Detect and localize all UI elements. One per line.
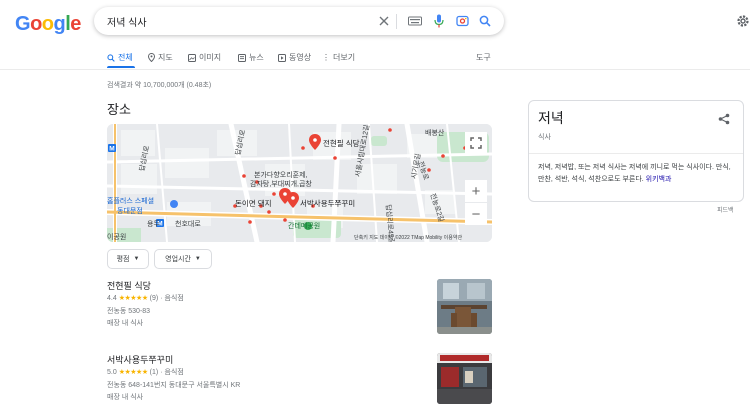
svg-text:M: M [109, 146, 114, 153]
tab-label: 이미지 [199, 53, 222, 62]
logo-letter: o [41, 13, 54, 35]
search-divider [396, 14, 397, 29]
search-box[interactable]: 저녁 식사 [94, 7, 504, 35]
place-address: 전농동 648-141번지 동대문구 서울특별시 KR [107, 382, 241, 389]
result-stats: 검색결과 약 10,700,000개 (0.48초) [107, 82, 212, 89]
google-logo[interactable]: Google [15, 13, 81, 36]
map-attribution[interactable]: 단축키 지도 데이터 ©2022 TMap Mobility 이용약관 [354, 234, 462, 241]
tab-all[interactable]: 전체 [107, 52, 133, 63]
gear-icon[interactable] [736, 14, 750, 33]
active-tab-indicator [107, 66, 135, 68]
tab-label: 더보기 [333, 53, 356, 62]
tab-label: 뉴스 [249, 53, 264, 62]
keyboard-icon[interactable] [406, 12, 424, 30]
tab-label: 동영상 [289, 53, 312, 62]
tools-button[interactable]: 도구 [476, 52, 491, 63]
news-icon [238, 53, 246, 62]
map-label: 간데메공원 [288, 223, 321, 230]
place-category: · 음식점 [160, 295, 184, 302]
place-address: 전농동 530-83 [107, 308, 151, 315]
logo-letter: g [53, 13, 66, 35]
more-icon: ⋮ [322, 53, 330, 62]
logo-letter: e [70, 13, 81, 35]
place-listing[interactable]: 서박사용두쭈꾸미 5.0 ★★★★★ (1) · 음식점 전농동 648-141… [107, 353, 492, 404]
tab-images[interactable]: 이미지 [188, 52, 221, 63]
map-label: 이공원 [107, 234, 127, 241]
share-icon[interactable] [718, 112, 730, 130]
map-label: 감자탕,부대찌개,곱창 [250, 181, 312, 188]
knowledge-panel: 저녁 식사 저녁, 저녁밥, 또는 저녁 식사는 저녁에 끼니로 먹는 식사이다… [528, 100, 744, 202]
map-label: 배봉산 [425, 130, 445, 137]
map-label: 동대문점 [117, 208, 143, 215]
map-label[interactable]: 전현필 식당 [323, 138, 360, 149]
kp-source-link[interactable]: 위키백과 [646, 176, 672, 183]
filter-chip-hours[interactable]: 영업시간 ▼ [154, 249, 212, 269]
kp-divider [529, 153, 743, 154]
chip-label: 평점 [116, 256, 130, 263]
tab-maps[interactable]: 지도 [148, 52, 173, 63]
logo-letter: G [15, 13, 31, 35]
star-icon: ★★★★★ [118, 369, 148, 376]
rating-value: 4.4 [107, 294, 117, 302]
camera-icon[interactable] [453, 12, 471, 30]
tab-videos[interactable]: 동영상 [278, 52, 311, 63]
kp-title: 저녁 [538, 110, 564, 126]
places-heading: 장소 [107, 102, 131, 117]
search-icon [107, 53, 115, 62]
place-service: 매장 내 식사 [107, 320, 144, 327]
place-category: · 음식점 [160, 369, 184, 376]
review-count: (1) [149, 368, 159, 376]
close-icon[interactable] [375, 12, 393, 30]
chip-label: 영업시간 [165, 256, 191, 263]
chevron-down-icon: ▼ [194, 256, 201, 262]
filter-chip-rating[interactable]: 평점 ▼ [107, 249, 149, 269]
zoom-in-icon[interactable]: + [465, 180, 487, 202]
tab-label: 전체 [118, 53, 133, 62]
kp-description: 저녁, 저녁밥, 또는 저녁 식사는 저녁에 끼니로 먹는 식사이다. 만식, … [538, 162, 738, 186]
tools-label: 도구 [476, 53, 491, 62]
feedback-link[interactable]: 피드백 [717, 205, 734, 214]
kp-description-text: 저녁, 저녁밥, 또는 저녁 식사는 저녁에 끼니로 먹는 식사이다. 만식, … [538, 164, 731, 183]
place-rating: 5.0 ★★★★★ (1) · 음식점 [107, 367, 184, 377]
place-photo[interactable] [437, 279, 492, 334]
header: Google 저녁 식사 전체 지도 이미지 뉴스 동영상 ⋮ 더보기 도구 [0, 0, 750, 72]
place-listing[interactable]: 전현필 식당 4.4 ★★★★★ (9) · 음식점 전농동 530-83 매장… [107, 279, 492, 337]
logo-letter: o [30, 13, 42, 35]
chevron-down-icon: ▼ [133, 256, 140, 262]
review-count: (9) [149, 294, 159, 302]
place-rating: 4.4 ★★★★★ (9) · 음식점 [107, 293, 184, 303]
star-icon: ★★★★★ [118, 295, 148, 302]
play-icon [278, 53, 286, 62]
map-label: 홈플러스 스페셜 [107, 198, 155, 205]
map-label[interactable]: 서박사용두쭈꾸미 [300, 198, 355, 209]
tab-news[interactable]: 뉴스 [238, 52, 264, 63]
places-map[interactable]: M M 전현필 식당 본가다향오리훈제, 감자탕,부대찌개,곱창 돈이면 돼지 … [107, 124, 492, 242]
place-photo[interactable] [437, 353, 492, 404]
map-label[interactable]: 돈이면 돼지 [235, 198, 272, 209]
tab-more[interactable]: ⋮ 더보기 [322, 52, 355, 63]
search-input[interactable]: 저녁 식사 [107, 14, 147, 29]
search-tabs: 전체 지도 이미지 뉴스 동영상 ⋮ 더보기 도구 [0, 46, 750, 70]
place-service: 매장 내 식사 [107, 394, 144, 401]
place-name[interactable]: 전현필 식당 [107, 279, 151, 292]
search-icon[interactable] [476, 12, 494, 30]
zoom-out-icon[interactable]: − [465, 203, 487, 225]
tab-label: 지도 [158, 53, 173, 62]
pin-icon [148, 53, 155, 62]
kp-subtitle: 식사 [538, 134, 551, 141]
map-label: 천호대로 [175, 221, 201, 228]
rating-value: 5.0 [107, 368, 117, 376]
mic-icon[interactable] [430, 12, 448, 30]
place-name[interactable]: 서박사용두쭈꾸미 [107, 353, 173, 366]
fullscreen-icon[interactable] [465, 132, 487, 154]
map-label: 용두 [147, 221, 160, 228]
image-icon [188, 53, 196, 62]
